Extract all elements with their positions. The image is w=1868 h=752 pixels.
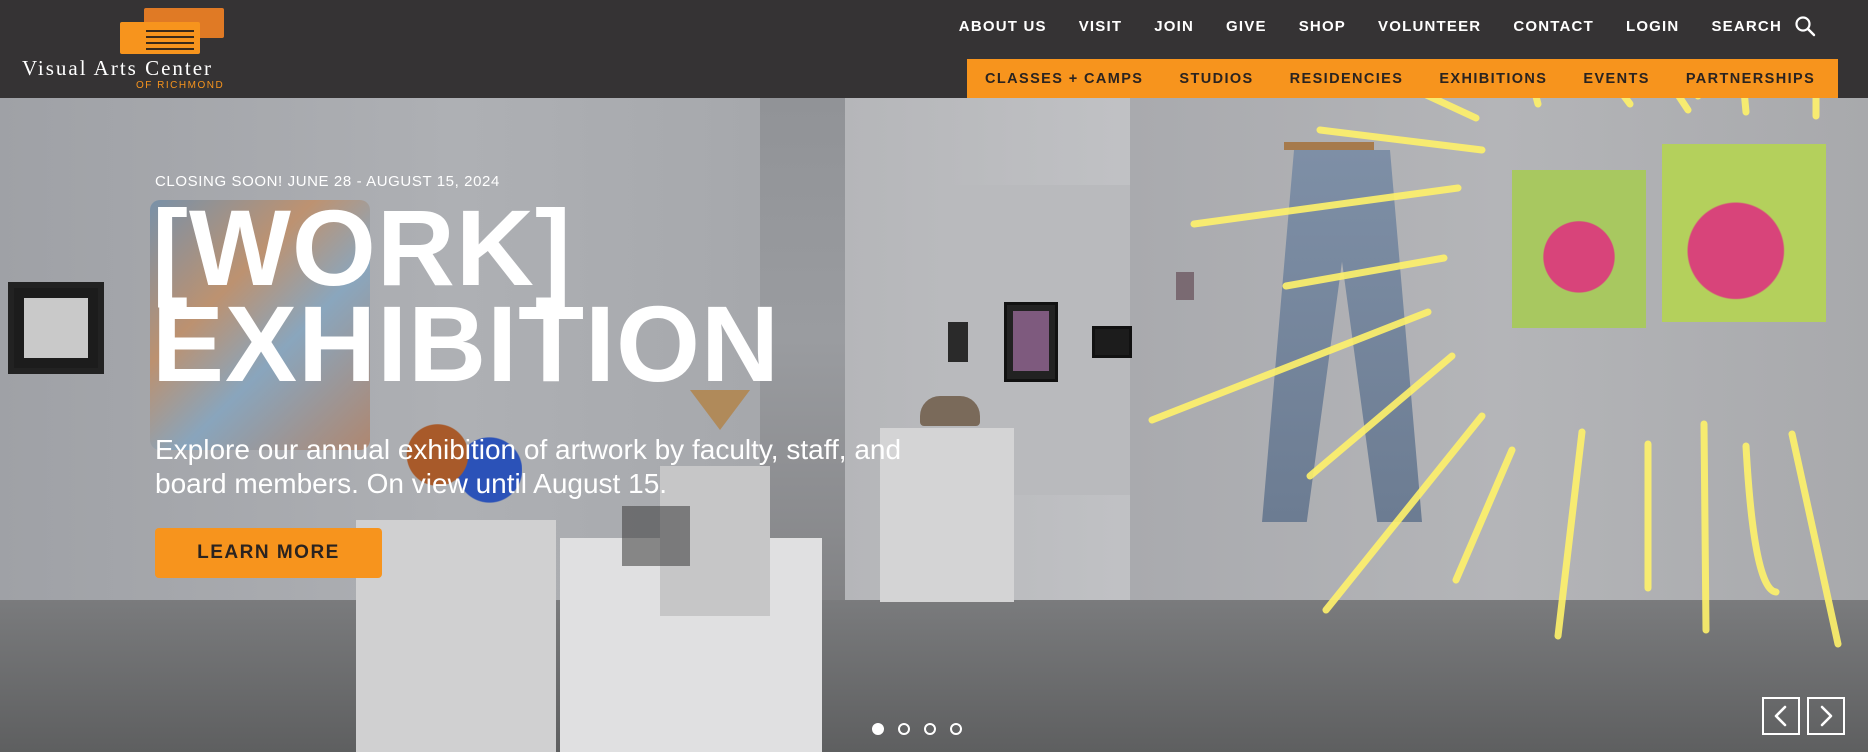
chevron-right-icon: [1820, 705, 1833, 727]
hero-headline-line1: [WORK]: [152, 187, 572, 308]
nav-studios[interactable]: STUDIOS: [1179, 71, 1253, 87]
nav-search[interactable]: SEARCH: [1711, 18, 1782, 35]
site-logo[interactable]: Visual Arts Center OF RICHMOND: [22, 8, 232, 94]
nav-about-us[interactable]: ABOUT US: [959, 18, 1047, 35]
pedestal: [356, 520, 556, 752]
pop-art-portrait-right: [1662, 144, 1826, 322]
framed-photo: [8, 282, 104, 374]
hero-headline-line2: EXHIBITION: [152, 283, 781, 404]
hero-description: Explore our annual exhibition of artwork…: [155, 434, 902, 499]
logo-mark-icon: [120, 8, 224, 54]
small-framed-artwork: [948, 322, 968, 362]
nav-events[interactable]: EVENTS: [1583, 71, 1649, 87]
small-framed-artwork: [1092, 326, 1132, 358]
glass-case: [622, 506, 690, 566]
small-framed-artwork: [1176, 272, 1194, 300]
slider-dot[interactable]: [950, 723, 962, 735]
nav-contact[interactable]: CONTACT: [1513, 18, 1594, 35]
nav-visit[interactable]: VISIT: [1079, 18, 1123, 35]
nav-residencies[interactable]: RESIDENCIES: [1290, 71, 1404, 87]
slider-dot[interactable]: [924, 723, 936, 735]
chevron-left-icon: [1774, 705, 1787, 727]
nav-exhibitions[interactable]: EXHIBITIONS: [1439, 71, 1547, 87]
slider-dot[interactable]: [898, 723, 910, 735]
small-framed-artwork: [1004, 302, 1058, 382]
nav-give[interactable]: GIVE: [1226, 18, 1267, 35]
slider-dots: [872, 723, 962, 735]
hanger: [1284, 142, 1374, 150]
site-header: Visual Arts Center OF RICHMOND ABOUT US …: [0, 0, 1868, 98]
slider-next-button[interactable]: [1807, 697, 1845, 735]
slider-dot[interactable]: [872, 723, 884, 735]
secondary-nav: CLASSES + CAMPS STUDIOS RESIDENCIES EXHI…: [967, 59, 1838, 98]
nav-volunteer[interactable]: VOLUNTEER: [1378, 18, 1481, 35]
hero-headline: [WORK] EXHIBITION: [152, 187, 781, 404]
nav-partnerships[interactable]: PARTNERSHIPS: [1686, 71, 1815, 87]
nav-classes-camps[interactable]: CLASSES + CAMPS: [985, 71, 1143, 87]
primary-nav: ABOUT US VISIT JOIN GIVE SHOP VOLUNTEER …: [927, 16, 1782, 36]
logo-subtitle: OF RICHMOND: [136, 80, 225, 91]
nav-login[interactable]: LOGIN: [1626, 18, 1680, 35]
nav-shop[interactable]: SHOP: [1299, 18, 1346, 35]
slider-prev-button[interactable]: [1762, 697, 1800, 735]
logo-title: Visual Arts Center: [22, 56, 214, 80]
search-icon[interactable]: [1794, 15, 1816, 37]
learn-more-button[interactable]: LEARN MORE: [155, 528, 382, 578]
nav-join[interactable]: JOIN: [1154, 18, 1194, 35]
ceramic-sculpture: [920, 396, 980, 426]
pop-art-portrait-left: [1512, 170, 1646, 328]
